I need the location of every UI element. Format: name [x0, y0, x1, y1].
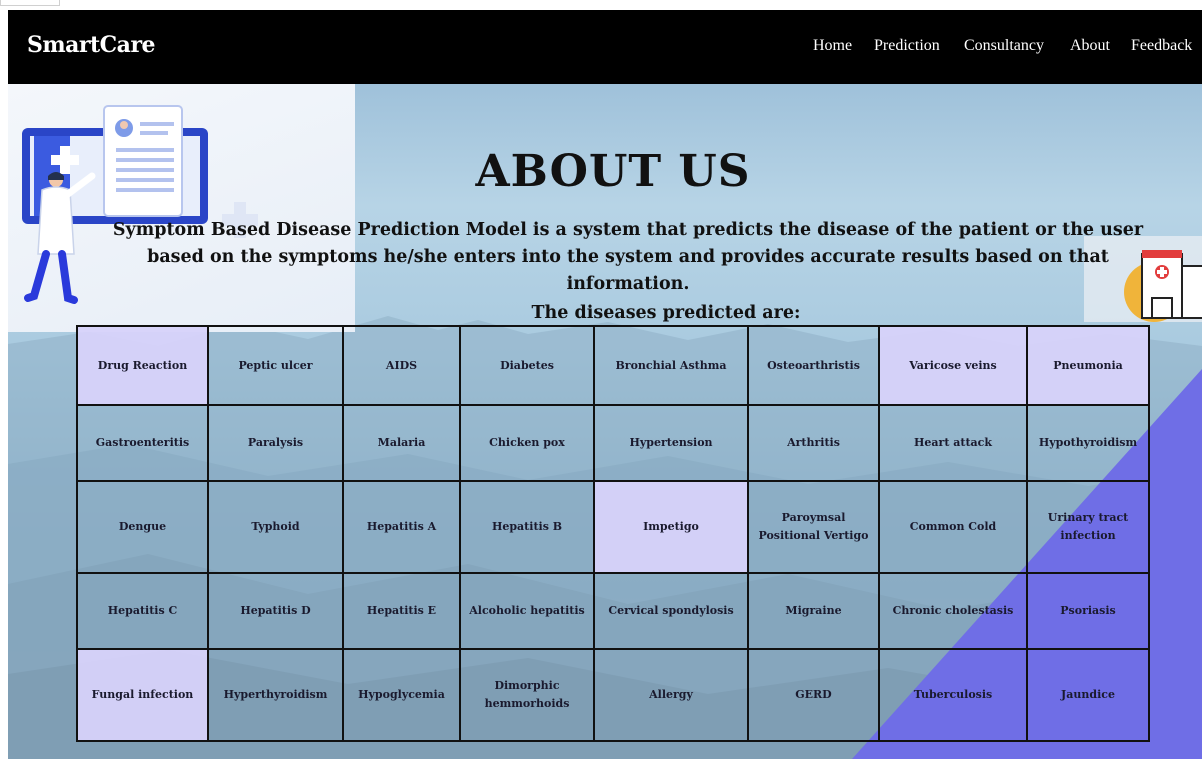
disease-cell: Hepatitis C [76, 572, 209, 650]
disease-cell: Cervical spondylosis [593, 572, 749, 650]
disease-cell: Hypoglycemia [342, 648, 461, 742]
disease-cell: Dimorphic hemmorhoids [459, 648, 595, 742]
about-section: ABOUT US Symptom Based Disease Predictio… [8, 84, 1202, 759]
disease-cell: Chronic cholestasis [878, 572, 1028, 650]
disease-cell: Hypothyroidism [1026, 404, 1150, 482]
disease-cell: Pneumonia [1026, 325, 1150, 406]
disease-cell: Arthritis [747, 404, 880, 482]
table-row: Hepatitis C Hepatitis D Hepatitis E Alco… [76, 572, 1150, 650]
disease-cell: Bronchial Asthma [593, 325, 749, 406]
diseases-table: Drug Reaction Peptic ulcer AIDS Diabetes… [76, 325, 1150, 742]
disease-cell: Varicose veins [878, 325, 1028, 406]
disease-cell: Common Cold [878, 480, 1028, 574]
disease-cell: Peptic ulcer [207, 325, 344, 406]
nav-home-link[interactable]: Home [813, 37, 852, 55]
nav-consultancy-link[interactable]: Consultancy [964, 37, 1044, 55]
disease-cell: Osteoarthristis [747, 325, 880, 406]
disease-cell: Chicken pox [459, 404, 595, 482]
disease-cell: Hepatitis E [342, 572, 461, 650]
about-description: Symptom Based Disease Prediction Model i… [112, 220, 1144, 294]
disease-cell: Typhoid [207, 480, 344, 574]
navbar: SmartCare Home Prediction Consultancy Ab… [8, 10, 1202, 84]
disease-cell: Diabetes [459, 325, 595, 406]
disease-cell: Tuberculosis [878, 648, 1028, 742]
nav-prediction-link[interactable]: Prediction [874, 37, 940, 55]
disease-cell: Dengue [76, 480, 209, 574]
disease-cell: Paralysis [207, 404, 344, 482]
diseases-heading: The diseases predicted are: [531, 303, 801, 323]
disease-cell: Impetigo [593, 480, 749, 574]
table-row: Drug Reaction Peptic ulcer AIDS Diabetes… [76, 325, 1150, 406]
disease-cell: Malaria [342, 404, 461, 482]
page-title: ABOUT US [475, 146, 751, 197]
disease-cell: Allergy [593, 648, 749, 742]
disease-cell: Urinary tract infection [1026, 480, 1150, 574]
disease-cell: Drug Reaction [76, 325, 209, 406]
disease-cell: Hepatitis B [459, 480, 595, 574]
table-row: Dengue Typhoid Hepatitis A Hepatitis B I… [76, 480, 1150, 574]
disease-cell: Hypertension [593, 404, 749, 482]
disease-cell: Hepatitis D [207, 572, 344, 650]
nav-about-link[interactable]: About [1070, 37, 1110, 55]
disease-cell: Hyperthyroidism [207, 648, 344, 742]
disease-cell: Psoriasis [1026, 572, 1150, 650]
disease-cell: Fungal infection [76, 648, 209, 742]
table-row: Fungal infection Hyperthyroidism Hypogly… [76, 648, 1150, 742]
disease-cell: Heart attack [878, 404, 1028, 482]
nav-links: Home Prediction Consultancy About Feedba… [8, 37, 1202, 57]
disease-cell: AIDS [342, 325, 461, 406]
disease-cell: Hepatitis A [342, 480, 461, 574]
nav-feedback-link[interactable]: Feedback [1131, 37, 1192, 55]
disease-cell: Paroymsal Positional Vertigo [747, 480, 880, 574]
disease-cell: Jaundice [1026, 648, 1150, 742]
disease-cell: GERD [747, 648, 880, 742]
disease-cell: Gastroenteritis [76, 404, 209, 482]
table-row: Gastroenteritis Paralysis Malaria Chicke… [76, 404, 1150, 482]
disease-cell: Migraine [747, 572, 880, 650]
browser-corner-box [0, 0, 60, 6]
disease-cell: Alcoholic hepatitis [459, 572, 595, 650]
